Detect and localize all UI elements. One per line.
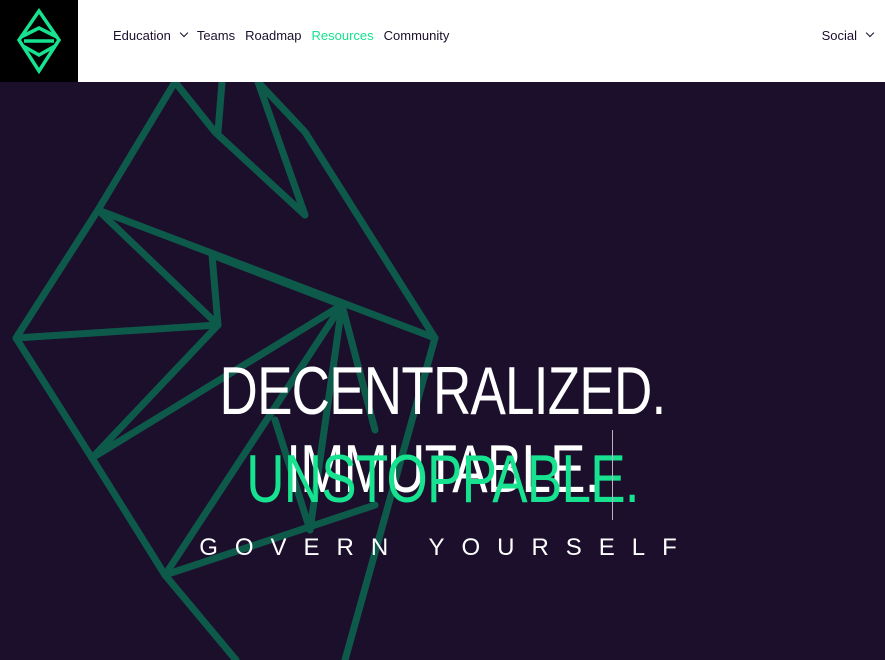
pattern-line bbox=[94, 206, 222, 329]
nav-resources[interactable]: Resources bbox=[312, 28, 374, 43]
nav-teams[interactable]: Teams bbox=[197, 28, 235, 43]
ethereum-classic-logo-icon bbox=[16, 8, 62, 74]
pattern-line bbox=[208, 251, 222, 329]
pattern-line bbox=[171, 82, 219, 136]
main-nav: Education Teams Roadmap Resources Commun… bbox=[113, 0, 459, 70]
logo-link[interactable] bbox=[0, 0, 78, 82]
hero-headline-line2: UNSTOPPABLE. bbox=[246, 441, 639, 517]
chevron-down-icon bbox=[865, 28, 875, 38]
pattern-line bbox=[12, 321, 222, 342]
text-cursor bbox=[612, 430, 613, 520]
pattern-line bbox=[208, 251, 346, 309]
hero-tagline: GOVERN YOURSELF bbox=[199, 534, 694, 561]
social-menu[interactable]: Social bbox=[821, 0, 875, 70]
nav-teams-label: Teams bbox=[196, 27, 236, 43]
nav-roadmap-label: Roadmap bbox=[245, 27, 302, 43]
nav-community[interactable]: Community bbox=[384, 28, 450, 43]
top-navigation-bar: Education Teams Roadmap Resources Commun… bbox=[0, 0, 885, 82]
nav-resources-label: Resources bbox=[311, 27, 374, 43]
pattern-line bbox=[214, 82, 226, 136]
nav-community-label: Community bbox=[383, 27, 450, 43]
social-label: Social bbox=[821, 27, 857, 43]
chevron-down-icon bbox=[179, 28, 189, 38]
nav-roadmap[interactable]: Roadmap bbox=[245, 28, 301, 43]
nav-education[interactable]: Education bbox=[113, 27, 189, 43]
nav-education-label: Education bbox=[113, 27, 171, 43]
